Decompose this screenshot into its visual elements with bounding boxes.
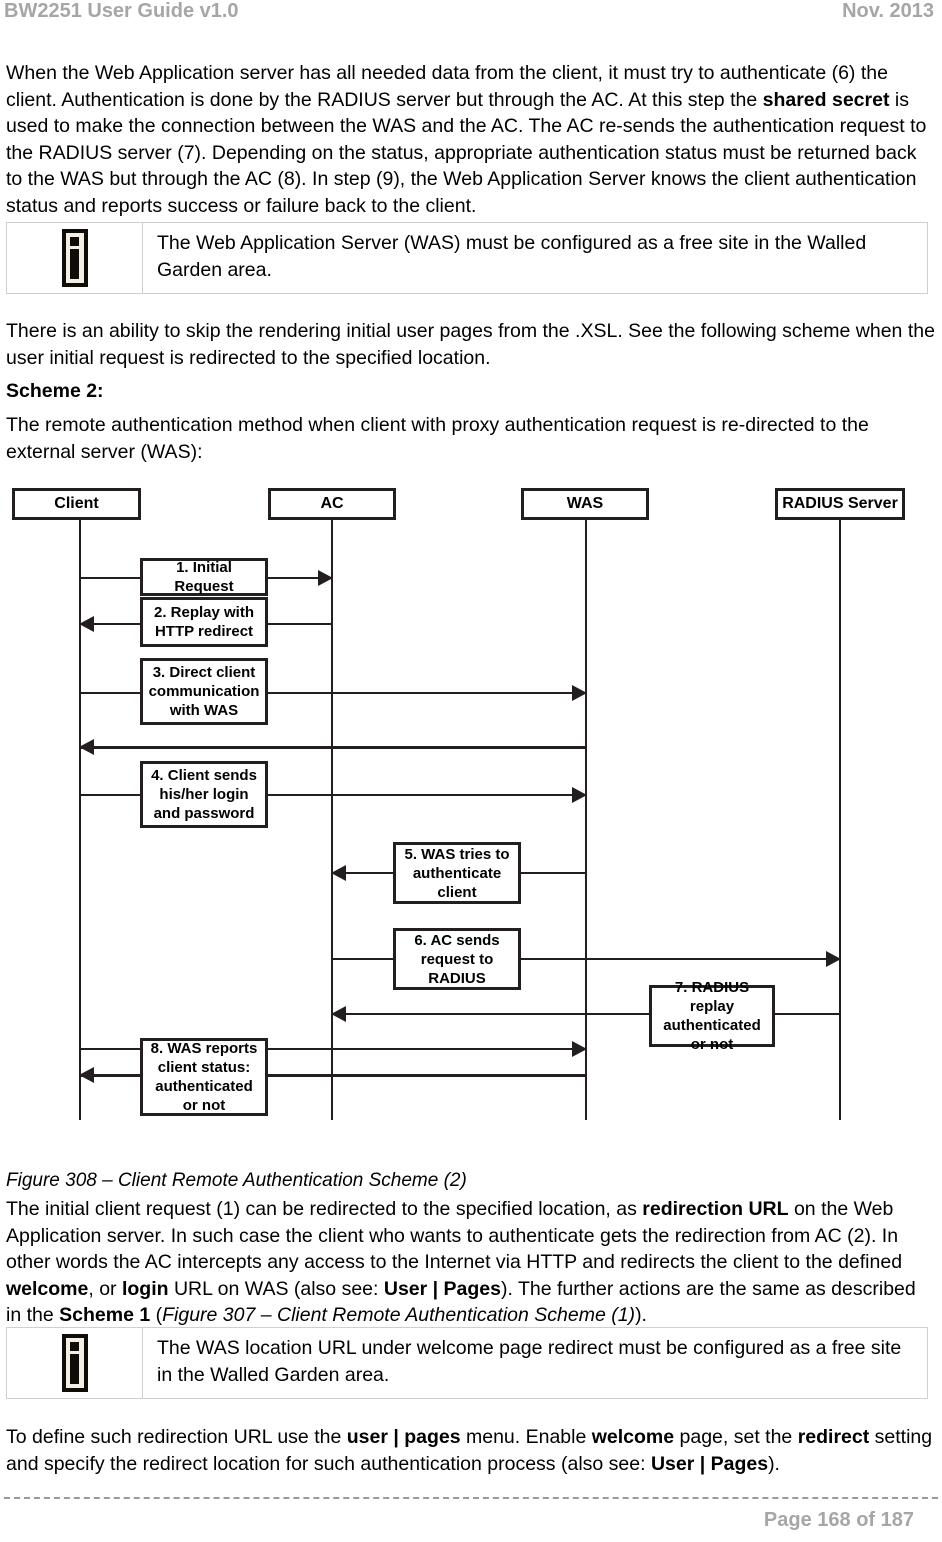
lifeline-head-client: Client (12, 488, 141, 520)
info-icon-stem (70, 1354, 79, 1384)
lifeline-radius (839, 520, 841, 1120)
paragraph-4: The initial client request (1) can be re… (6, 1196, 936, 1329)
msg-arrow-8 (79, 1067, 94, 1083)
header-doc-title: BW2251 User Guide v1.0 (4, 0, 239, 22)
msg-box-7: 7. RADIUS replay authenticated or not (649, 979, 775, 1053)
para4-text-c: , or (88, 1277, 122, 1300)
document-footer: Page 168 of 187 (0, 1497, 942, 1532)
info-icon (61, 1334, 88, 1392)
para1-bold-shared-secret: shared secret (762, 88, 890, 111)
paragraph-2: There is an ability to skip the renderin… (6, 320, 935, 369)
paragraph-1: When the Web Application server has all … (6, 60, 936, 219)
para4-bold-scheme-1: Scheme 1 (59, 1304, 151, 1326)
note-box-1: The Web Application Server (WAS) must be… (6, 222, 928, 294)
msg-line-return-1 (79, 746, 585, 749)
header-date: Nov. 2013 (842, 0, 934, 22)
para5-text-b: menu. Enable (460, 1426, 592, 1448)
lifeline-client (79, 520, 81, 1120)
msg-arrow-3 (572, 685, 587, 701)
paragraph-3: The remote authentication method when cl… (6, 414, 869, 463)
msg-arrow-7 (331, 1006, 346, 1022)
note-2-text: The WAS location URL under welcome page … (157, 1337, 902, 1386)
lifeline-ac (331, 520, 333, 1120)
sequence-diagram: Client AC WAS RADIUS Server 1. Initial R… (0, 480, 942, 1130)
paragraph-5: To define such redirection URL use the u… (6, 1424, 936, 1477)
note-box-1-block: The Web Application Server (WAS) must be… (6, 222, 936, 294)
lifeline-was (585, 520, 587, 1120)
msg-arrow-return-1 (79, 739, 94, 755)
paragraph-2-block: There is an ability to skip the renderin… (6, 318, 936, 371)
note-2-icon-cell (7, 1328, 143, 1398)
lifeline-label-client: Client (54, 495, 99, 512)
info-icon-stem (70, 249, 79, 279)
document-header: BW2251 User Guide v1.0 Nov. 2013 (0, 0, 942, 34)
lifeline-head-ac: AC (268, 488, 396, 520)
para4-text-g: ). (635, 1304, 647, 1326)
msg-arrow-1 (318, 570, 333, 586)
para4-bold-redirection-url: redirection URL (642, 1198, 789, 1220)
heading-scheme2-block: Scheme 2: (6, 378, 936, 405)
info-icon-dot (70, 1342, 79, 1351)
msg-arrow-5 (331, 865, 346, 881)
para5-bold-user-pages-menu: user | pages (346, 1426, 461, 1448)
para4-text-f: ( (150, 1304, 163, 1326)
lifeline-label-ac: AC (320, 495, 344, 512)
msg-box-4: 4. Client sends his/her login and passwo… (140, 761, 268, 828)
lifeline-label-radius: RADIUS Server (782, 495, 898, 512)
para1-text-a: When the Web Application server has all … (6, 62, 888, 111)
heading-scheme-2: Scheme 2: (6, 380, 104, 402)
lifeline-head-radius: RADIUS Server (775, 488, 905, 520)
info-icon (61, 229, 88, 287)
paragraph-4-block: The initial client request (1) can be re… (6, 1196, 936, 1329)
paragraph-1-block: When the Web Application server has all … (6, 60, 936, 219)
msg-box-1: 1. Initial Request (140, 558, 268, 596)
para4-bold-login: login (121, 1277, 169, 1300)
footer-page-number: Page 168 of 187 (763, 1509, 914, 1531)
msg-arrow-4 (572, 787, 587, 803)
note-box-2: The WAS location URL under welcome page … (6, 1327, 928, 1399)
para4-bold-welcome: welcome (6, 1277, 89, 1300)
lifeline-label-was: WAS (566, 495, 604, 512)
para5-bold-welcome: welcome (591, 1426, 675, 1448)
note-box-2-block: The WAS location URL under welcome page … (6, 1327, 936, 1399)
paragraph-3-block: The remote authentication method when cl… (6, 412, 936, 465)
note-1-text: The Web Application Server (WAS) must be… (157, 232, 867, 281)
para5-bold-redirect: redirect (797, 1426, 870, 1448)
msg-arrow-6 (826, 951, 841, 967)
para5-text-e: ). (768, 1452, 780, 1475)
msg-box-5: 5. WAS tries to authenticate client (393, 842, 521, 904)
info-icon-dot (70, 237, 79, 246)
para4-bold-user-pages: User | Pages (383, 1277, 501, 1300)
paragraph-5-block: To define such redirection URL use the u… (6, 1424, 936, 1477)
para4-text-d: URL on WAS (also see: (168, 1277, 384, 1300)
msg-arrow-return-2 (572, 1041, 587, 1057)
msg-box-8: 8. WAS reports client status: authentica… (140, 1038, 268, 1116)
para4-italic-figure-307: Figure 307 – Client Remote Authenticatio… (162, 1304, 636, 1326)
para4-text-a: The initial client request (1) can be re… (6, 1198, 643, 1220)
lifeline-head-was: WAS (521, 488, 649, 520)
para5-text-a: To define such redirection URL use the (6, 1426, 347, 1448)
para5-bold-user-pages: User | Pages (650, 1452, 769, 1475)
document-page: BW2251 User Guide v1.0 Nov. 2013 When th… (0, 0, 942, 1542)
msg-box-3: 3. Direct client communication with WAS (140, 658, 268, 725)
figure-caption: Figure 308 – Client Remote Authenticatio… (6, 1170, 467, 1191)
msg-box-2: 2. Replay with HTTP redirect (140, 597, 268, 647)
note-1-icon-cell (7, 223, 143, 293)
msg-arrow-2 (79, 616, 94, 632)
msg-box-6: 6. AC sends request to RADIUS (393, 928, 521, 990)
para5-text-c: page, set the (674, 1426, 798, 1448)
